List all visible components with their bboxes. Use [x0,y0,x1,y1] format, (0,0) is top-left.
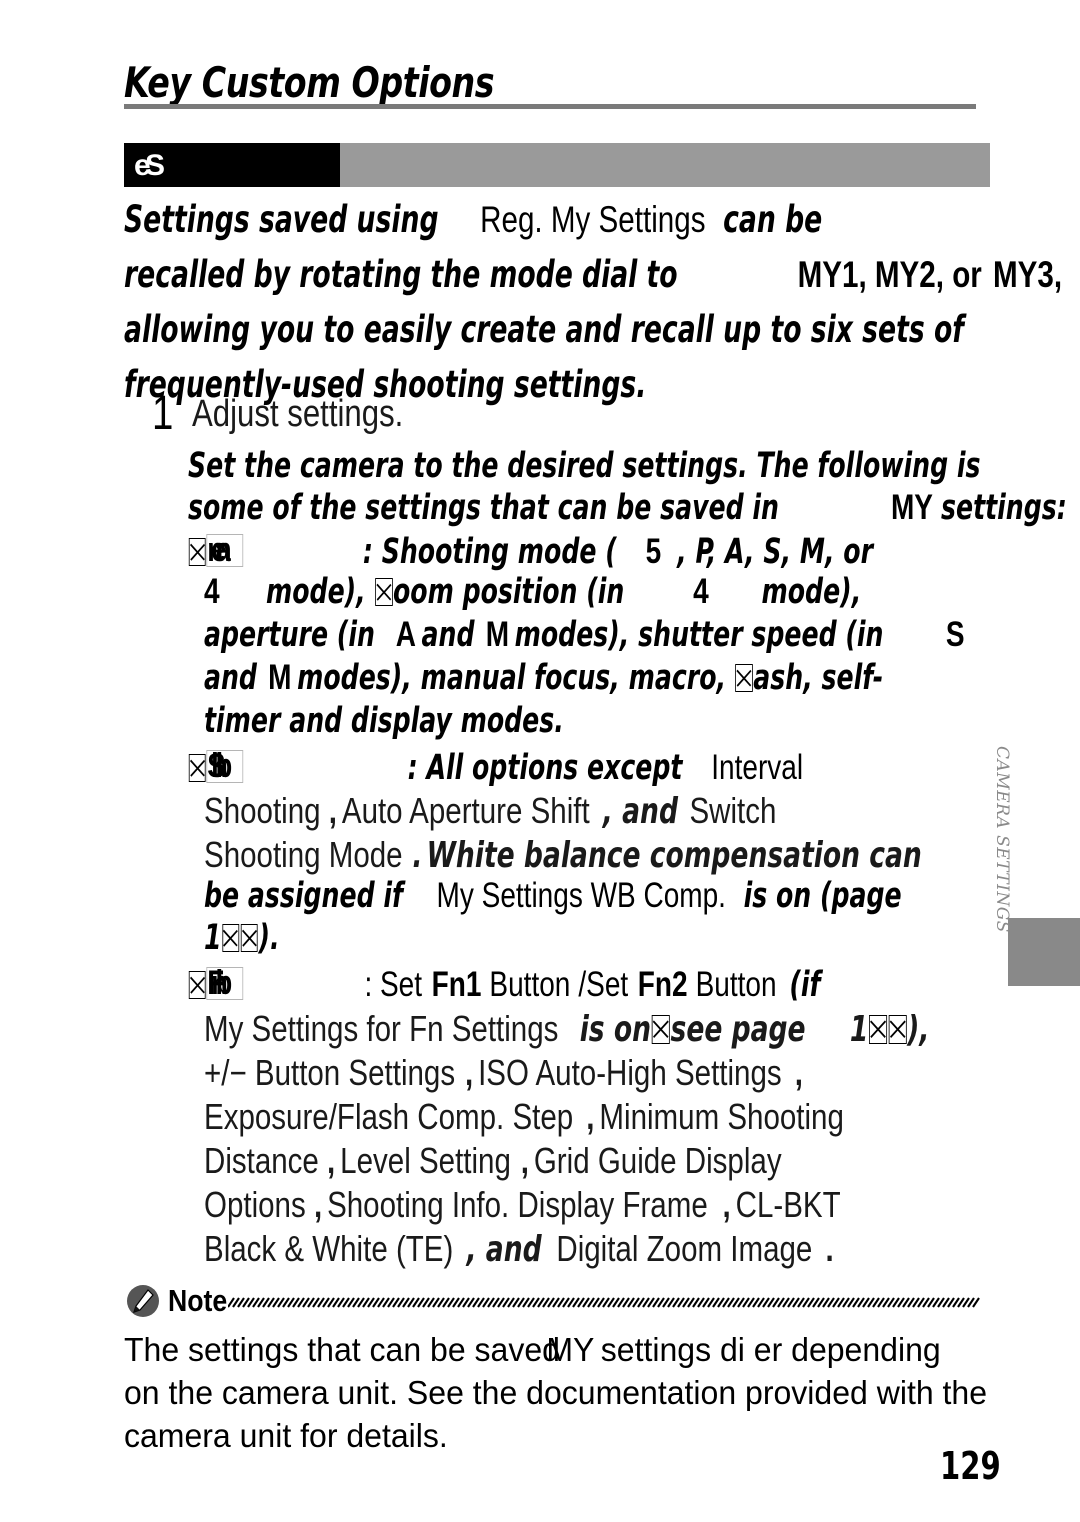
fn-bullet-line-1: Fnb: Set Fn1 Button/Set Fn2 Button (if [188,965,820,1005]
fn-button-icon: Fnb [206,966,243,1001]
options-bullet-line-3: Shooting Mode. White balance compensation… [204,834,922,876]
options-bullet-line-5: 1). [204,918,280,958]
shooting-bullet-line-5: timer and display modes. [204,701,564,741]
intro-line-3: allowing you to easily create and recall… [124,308,964,351]
fn-bullet-line-5: Distance, Level Setting, Grid Guide Displa… [204,1140,782,1181]
step-body-line-2: some of the settings that can be saved i… [188,488,1067,528]
missing-glyph-icon [868,1015,888,1044]
missing-glyph-icon [888,1015,907,1044]
shooting-bullet-line-3: aperture (in Aand Mmodes), shutter speed (… [204,615,965,655]
options-bullet-line-2: Shooting, Auto Aperture Shift, and Switch [204,790,777,832]
side-tab-block [1008,918,1080,986]
note-label: Note [168,1283,228,1318]
step-body-line-1: Set the camera to the desired settings. … [188,446,981,486]
missing-glyph-icon [188,970,206,999]
missing-glyph-icon [188,753,206,782]
note-body-line-3: camera unit for details. [124,1417,448,1454]
title-underline-rule [124,104,976,109]
missing-glyph-icon [735,663,753,692]
fn-bullet-line-7: Black & White (TE), and Digital Zoom Imag… [204,1228,834,1270]
shooting-bullet-line-1: mea: Shooting mode (5, P, A, S, M, or [188,532,873,572]
section-banner: e S [124,143,990,187]
options-bullet-line-4: be assigned if My Settings WB Comp. is on … [204,876,902,916]
note-pencil-icon [127,1285,159,1317]
missing-glyph-icon [240,923,258,952]
missing-glyph-icon [222,923,240,952]
step-heading: Adjust settings. [192,393,404,435]
missing-glyph-icon [375,577,393,606]
options-bullet-line-1: Shb: All options except Interval [188,748,803,788]
missing-glyph-icon [188,537,206,566]
fn-bullet-line-4: Exposure/Flash Comp. Step, Minimum Shooti… [204,1096,844,1137]
step-number: 1 [152,387,174,440]
missing-glyph-icon [651,1015,670,1044]
side-tab-label: CAMERA SETTINGS [992,746,1012,933]
note-body-line-1: The settings that can be savedMY setting… [124,1331,941,1368]
fn-bullet-line-2: My Settings for Fn Settings is on see page… [204,1008,930,1050]
note-decorative-rule [228,1296,980,1309]
note-body-line-2: on the camera unit. See the documentatio… [124,1374,988,1411]
fn-bullet-line-6: Options, Shooting Info. Display Frame, CL-… [204,1184,841,1225]
intro-line-2: recalled by rotating the mode dial to MY1… [124,253,1063,296]
shooting-bullet-line-4: and Mmodes), manual focus, macro, ash, se… [204,658,884,698]
options-menu-icon: Shb [206,749,243,784]
section-banner-label: e S [134,149,165,182]
fn-bullet-line-3: +/− Button Settings, ISO Auto-High Settin… [204,1052,803,1093]
page-title: Key Custom Options [124,58,495,107]
intro-line-1: Settings saved using Reg. My Settings can … [124,198,823,241]
shooting-mode-icon: mea [206,533,243,568]
page-number: 129 [940,1444,1001,1488]
shooting-bullet-line-2: 4 mode), oom position (in 4 mode), [204,572,862,612]
